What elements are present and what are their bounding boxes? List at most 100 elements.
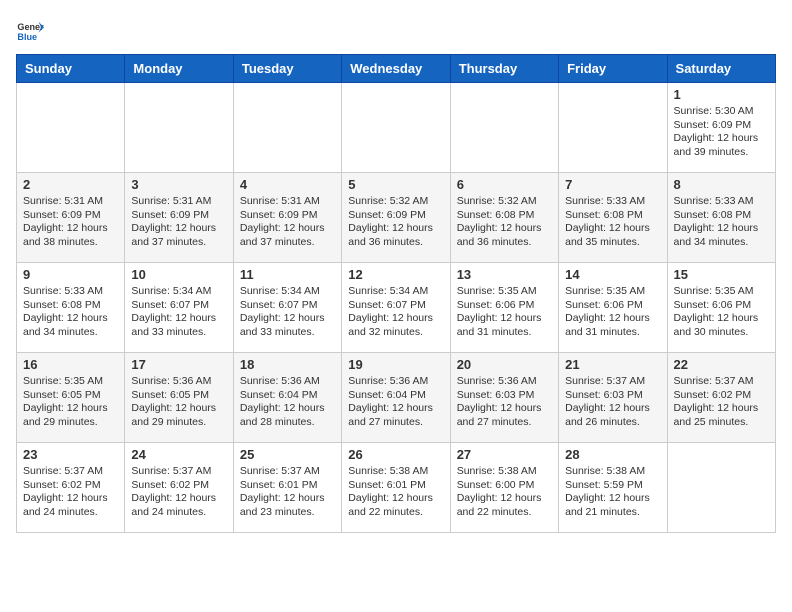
- day-number: 5: [348, 177, 443, 192]
- day-number: 21: [565, 357, 660, 372]
- day-number: 2: [23, 177, 118, 192]
- day-info: Sunrise: 5:34 AM Sunset: 6:07 PM Dayligh…: [131, 285, 226, 340]
- calendar-cell: 10Sunrise: 5:34 AM Sunset: 6:07 PM Dayli…: [125, 263, 233, 353]
- day-header-monday: Monday: [125, 55, 233, 83]
- calendar-cell: 6 Sunrise: 5:32 AM Sunset: 6:08 PM Daylig…: [450, 173, 558, 263]
- day-info: Sunrise: 5:32 AM Sunset: 6:09 PM Dayligh…: [348, 195, 443, 250]
- day-info: Sunrise: 5:30 AM Sunset: 6:09 PM Dayligh…: [674, 105, 769, 160]
- day-info: Sunrise: 5:36 AM Sunset: 6:03 PM Dayligh…: [457, 375, 552, 430]
- day-info: Sunrise: 5:38 AM Sunset: 6:01 PM Dayligh…: [348, 465, 443, 520]
- calendar-cell: 18 Sunrise: 5:36 AM Sunset: 6:04 PM Dayli…: [233, 353, 341, 443]
- calendar-cell: 13 Sunrise: 5:35 AM Sunset: 6:06 PM Dayli…: [450, 263, 558, 353]
- day-info: Sunrise: 5:37 AM Sunset: 6:03 PM Dayligh…: [565, 375, 660, 430]
- day-info: Sunrise: 5:33 AM Sunset: 6:08 PM Dayligh…: [674, 195, 769, 250]
- calendar-week-row: 2 Sunrise: 5:31 AM Sunset: 6:09 PM Daylig…: [17, 173, 776, 263]
- day-info: Sunrise: 5:33 AM Sunset: 6:08 PM Dayligh…: [565, 195, 660, 250]
- day-info: Sunrise: 5:35 AM Sunset: 6:05 PM Dayligh…: [23, 375, 118, 430]
- day-header-thursday: Thursday: [450, 55, 558, 83]
- calendar-cell: 21 Sunrise: 5:37 AM Sunset: 6:03 PM Dayli…: [559, 353, 667, 443]
- calendar-cell: 17 Sunrise: 5:36 AM Sunset: 6:05 PM Dayli…: [125, 353, 233, 443]
- day-number: 27: [457, 447, 552, 462]
- day-info: Sunrise: 5:36 AM Sunset: 6:05 PM Dayligh…: [131, 375, 226, 430]
- day-number: 22: [674, 357, 769, 372]
- calendar-cell: 8 Sunrise: 5:33 AM Sunset: 6:08 PM Daylig…: [667, 173, 775, 263]
- day-info: Sunrise: 5:34 AM Sunset: 6:07 PM Dayligh…: [240, 285, 335, 340]
- day-number: 17: [131, 357, 226, 372]
- calendar-cell: 3 Sunrise: 5:31 AM Sunset: 6:09 PM Daylig…: [125, 173, 233, 263]
- day-info: Sunrise: 5:37 AM Sunset: 6:01 PM Dayligh…: [240, 465, 335, 520]
- day-number: 20: [457, 357, 552, 372]
- day-number: 12: [348, 267, 443, 282]
- day-number: 4: [240, 177, 335, 192]
- day-header-saturday: Saturday: [667, 55, 775, 83]
- day-number: 1: [674, 87, 769, 102]
- day-number: 18: [240, 357, 335, 372]
- calendar-cell: 27 Sunrise: 5:38 AM Sunset: 6:00 PM Dayli…: [450, 443, 558, 533]
- day-info: Sunrise: 5:31 AM Sunset: 6:09 PM Dayligh…: [23, 195, 118, 250]
- calendar-cell: 20 Sunrise: 5:36 AM Sunset: 6:03 PM Dayli…: [450, 353, 558, 443]
- calendar-cell: 19 Sunrise: 5:36 AM Sunset: 6:04 PM Dayli…: [342, 353, 450, 443]
- calendar-cell: [233, 83, 341, 173]
- calendar-cell: 22 Sunrise: 5:37 AM Sunset: 6:02 PM Dayli…: [667, 353, 775, 443]
- day-number: 6: [457, 177, 552, 192]
- calendar-cell: 11 Sunrise: 5:34 AM Sunset: 6:07 PM Dayli…: [233, 263, 341, 353]
- day-number: 26: [348, 447, 443, 462]
- day-number: 3: [131, 177, 226, 192]
- calendar-cell: 7Sunrise: 5:33 AM Sunset: 6:08 PM Daylig…: [559, 173, 667, 263]
- day-number: 11: [240, 267, 335, 282]
- logo: General Blue: [16, 16, 48, 44]
- calendar-cell: 1 Sunrise: 5:30 AM Sunset: 6:09 PM Daylig…: [667, 83, 775, 173]
- day-number: 19: [348, 357, 443, 372]
- calendar-cell: [125, 83, 233, 173]
- day-info: Sunrise: 5:34 AM Sunset: 6:07 PM Dayligh…: [348, 285, 443, 340]
- calendar-week-row: 23 Sunrise: 5:37 AM Sunset: 6:02 PM Dayli…: [17, 443, 776, 533]
- calendar-week-row: 16 Sunrise: 5:35 AM Sunset: 6:05 PM Dayli…: [17, 353, 776, 443]
- day-number: 16: [23, 357, 118, 372]
- calendar-cell: 9 Sunrise: 5:33 AM Sunset: 6:08 PM Daylig…: [17, 263, 125, 353]
- day-info: Sunrise: 5:35 AM Sunset: 6:06 PM Dayligh…: [565, 285, 660, 340]
- day-number: 23: [23, 447, 118, 462]
- calendar-cell: 2 Sunrise: 5:31 AM Sunset: 6:09 PM Daylig…: [17, 173, 125, 263]
- calendar-week-row: 9 Sunrise: 5:33 AM Sunset: 6:08 PM Daylig…: [17, 263, 776, 353]
- calendar-cell: [17, 83, 125, 173]
- page-header: General Blue: [16, 16, 776, 44]
- calendar-cell: 16 Sunrise: 5:35 AM Sunset: 6:05 PM Dayli…: [17, 353, 125, 443]
- calendar-cell: [342, 83, 450, 173]
- day-header-friday: Friday: [559, 55, 667, 83]
- day-number: 25: [240, 447, 335, 462]
- calendar-cell: [450, 83, 558, 173]
- day-number: 13: [457, 267, 552, 282]
- day-info: Sunrise: 5:37 AM Sunset: 6:02 PM Dayligh…: [23, 465, 118, 520]
- calendar-cell: [667, 443, 775, 533]
- calendar-table: SundayMondayTuesdayWednesdayThursdayFrid…: [16, 54, 776, 533]
- calendar-cell: 26 Sunrise: 5:38 AM Sunset: 6:01 PM Dayli…: [342, 443, 450, 533]
- day-info: Sunrise: 5:35 AM Sunset: 6:06 PM Dayligh…: [674, 285, 769, 340]
- day-info: Sunrise: 5:37 AM Sunset: 6:02 PM Dayligh…: [674, 375, 769, 430]
- logo-icon: General Blue: [16, 16, 44, 44]
- day-info: Sunrise: 5:35 AM Sunset: 6:06 PM Dayligh…: [457, 285, 552, 340]
- day-info: Sunrise: 5:38 AM Sunset: 6:00 PM Dayligh…: [457, 465, 552, 520]
- day-info: Sunrise: 5:33 AM Sunset: 6:08 PM Dayligh…: [23, 285, 118, 340]
- calendar-cell: 4 Sunrise: 5:31 AM Sunset: 6:09 PM Daylig…: [233, 173, 341, 263]
- calendar-cell: 28Sunrise: 5:38 AM Sunset: 5:59 PM Dayli…: [559, 443, 667, 533]
- day-number: 24: [131, 447, 226, 462]
- day-number: 9: [23, 267, 118, 282]
- day-number: 15: [674, 267, 769, 282]
- day-number: 8: [674, 177, 769, 192]
- day-header-wednesday: Wednesday: [342, 55, 450, 83]
- calendar-cell: 23 Sunrise: 5:37 AM Sunset: 6:02 PM Dayli…: [17, 443, 125, 533]
- calendar-cell: 12 Sunrise: 5:34 AM Sunset: 6:07 PM Dayli…: [342, 263, 450, 353]
- calendar-cell: 25 Sunrise: 5:37 AM Sunset: 6:01 PM Dayli…: [233, 443, 341, 533]
- day-info: Sunrise: 5:36 AM Sunset: 6:04 PM Dayligh…: [348, 375, 443, 430]
- calendar-cell: [559, 83, 667, 173]
- svg-text:Blue: Blue: [17, 32, 37, 42]
- day-info: Sunrise: 5:36 AM Sunset: 6:04 PM Dayligh…: [240, 375, 335, 430]
- day-info: Sunrise: 5:31 AM Sunset: 6:09 PM Dayligh…: [240, 195, 335, 250]
- calendar-header-row: SundayMondayTuesdayWednesdayThursdayFrid…: [17, 55, 776, 83]
- calendar-cell: 5 Sunrise: 5:32 AM Sunset: 6:09 PM Daylig…: [342, 173, 450, 263]
- day-info: Sunrise: 5:37 AM Sunset: 6:02 PM Dayligh…: [131, 465, 226, 520]
- calendar-week-row: 1 Sunrise: 5:30 AM Sunset: 6:09 PM Daylig…: [17, 83, 776, 173]
- day-header-tuesday: Tuesday: [233, 55, 341, 83]
- day-info: Sunrise: 5:32 AM Sunset: 6:08 PM Dayligh…: [457, 195, 552, 250]
- day-info: Sunrise: 5:31 AM Sunset: 6:09 PM Dayligh…: [131, 195, 226, 250]
